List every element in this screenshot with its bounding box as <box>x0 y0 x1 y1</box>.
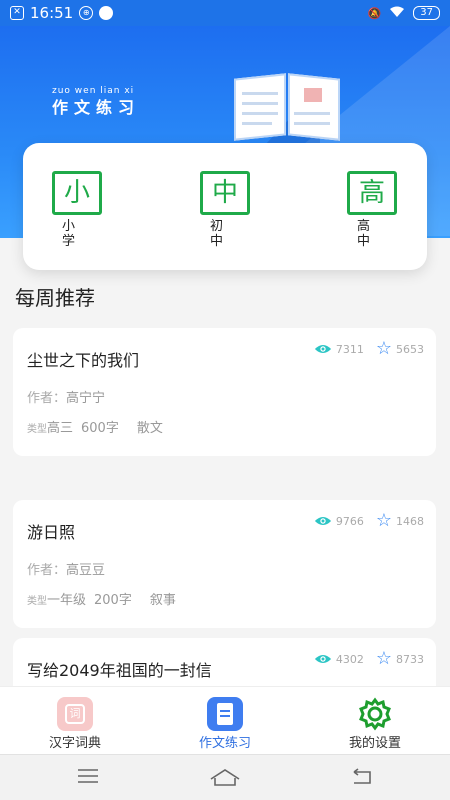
essay-author: 作者：高宁宁 <box>27 387 105 406</box>
status-bar: ✕ 16:51 ⊕ 🔕 37 <box>0 0 450 26</box>
notification-close-icon: ✕ <box>10 6 24 20</box>
gear-icon <box>359 697 391 731</box>
wifi-icon <box>389 6 405 21</box>
view-count: 4302 <box>335 652 364 666</box>
essay-card[interactable]: 游日照 9766 ☆ 1468 作者：高豆豆 类型 一年级 200字 叙事 <box>13 500 436 628</box>
star-count: 5653 <box>396 342 424 356</box>
tab-label: 作文练习 <box>198 736 251 751</box>
menu-icon[interactable] <box>76 767 100 785</box>
essay-grade: 高三 <box>47 421 74 436</box>
eye-icon <box>314 654 331 664</box>
browser-notification-icon <box>99 6 114 20</box>
tab-essay-practice[interactable]: 作文练习 <box>150 687 300 754</box>
home-icon[interactable] <box>209 767 241 787</box>
status-time: 16:51 <box>30 4 74 22</box>
view-count: 7311 <box>335 342 364 356</box>
section-title: 每周推荐 <box>15 286 95 310</box>
essay-author: 作者：高豆豆 <box>27 559 105 578</box>
tab-label: 汉字词典 <box>48 736 101 751</box>
tab-settings[interactable]: 我的设置 <box>300 687 450 754</box>
author-name: 高宁宁 <box>66 391 106 406</box>
level-senior-high[interactable]: 高 高中 <box>347 171 407 249</box>
eye-icon <box>314 516 331 526</box>
back-icon[interactable] <box>350 767 374 787</box>
level-char-icon: 小 <box>52 171 102 215</box>
essay-stats: 4302 ☆ 8733 <box>314 650 424 668</box>
battery-indicator: 37 <box>413 6 440 20</box>
essay-stats: 7311 ☆ 5653 <box>314 340 424 358</box>
essay-words: 200字 <box>94 593 132 608</box>
essay-title: 尘世之下的我们 <box>27 351 140 370</box>
level-char-icon: 中 <box>200 171 250 215</box>
level-label: 小学 <box>62 219 76 249</box>
tab-label: 我的设置 <box>348 736 401 751</box>
star-icon[interactable]: ☆ <box>376 512 392 530</box>
app-notification-icon: ⊕ <box>79 6 94 20</box>
essay-stats: 9766 ☆ 1468 <box>314 512 424 530</box>
essay-title: 游日照 <box>27 523 76 542</box>
level-char-icon: 高 <box>347 171 397 215</box>
bottom-tab-bar: 词 汉字词典 作文练习 我的设置 <box>0 686 450 754</box>
essay-meta: 类型 高三 600字 散文 <box>27 417 163 436</box>
star-count: 1468 <box>396 514 424 528</box>
level-label: 高中 <box>357 219 371 249</box>
eye-icon <box>314 344 331 354</box>
dictionary-icon: 词 <box>57 697 93 731</box>
level-label: 初中 <box>210 219 224 249</box>
type-label: 类型 <box>27 596 47 607</box>
notebook-icon <box>207 697 243 731</box>
view-count: 9766 <box>335 514 364 528</box>
tab-dictionary[interactable]: 词 汉字词典 <box>0 687 150 754</box>
star-icon[interactable]: ☆ <box>376 650 392 668</box>
system-nav-bar <box>0 754 450 800</box>
type-label: 类型 <box>27 424 47 435</box>
author-label: 作者： <box>27 391 67 406</box>
essay-words: 600字 <box>81 421 119 436</box>
level-junior-high[interactable]: 中 初中 <box>200 171 260 249</box>
author-label: 作者： <box>27 563 67 578</box>
essay-card[interactable]: 尘世之下的我们 7311 ☆ 5653 作者：高宁宁 类型 高三 600字 散文 <box>13 328 436 456</box>
mute-icon: 🔕 <box>367 6 382 20</box>
essay-grade: 一年级 <box>47 593 87 608</box>
essay-genre: 叙事 <box>149 593 176 608</box>
banner-title: 作文练习 <box>52 98 141 117</box>
star-count: 8733 <box>396 652 424 666</box>
essay-genre: 散文 <box>136 421 163 436</box>
open-book-icon <box>232 70 342 146</box>
level-primary-school[interactable]: 小 小学 <box>52 171 112 249</box>
star-icon[interactable]: ☆ <box>376 340 392 358</box>
essay-meta: 类型 一年级 200字 叙事 <box>27 589 176 608</box>
school-level-card: 小 小学 中 初中 高 高中 <box>23 143 427 270</box>
author-name: 高豆豆 <box>66 563 106 578</box>
